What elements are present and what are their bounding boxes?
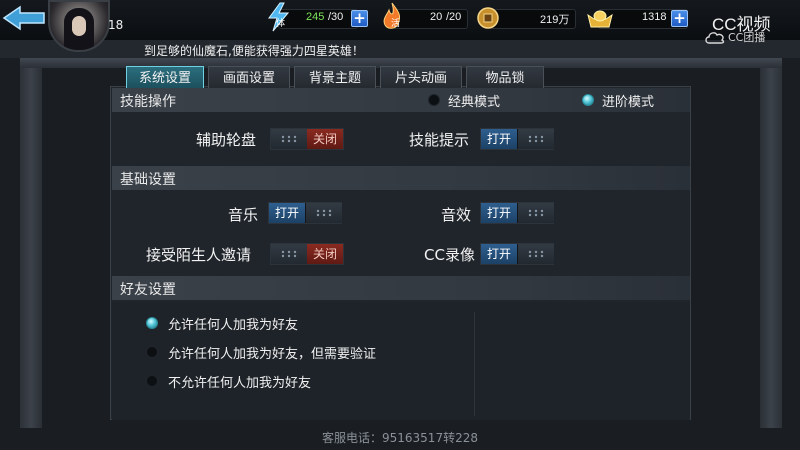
music-label: 音乐 bbox=[228, 206, 259, 224]
skill-hint-toggle[interactable]: 打开 bbox=[480, 128, 554, 150]
skill-hint-label: 技能提示 bbox=[409, 131, 470, 149]
tab-item-lock[interactable]: 物品锁 bbox=[466, 66, 544, 90]
watermark-subtitle: CC团播 bbox=[728, 31, 766, 44]
player-avatar[interactable] bbox=[48, 0, 110, 52]
coin-value: 219万 bbox=[540, 14, 570, 26]
assist-wheel-label: 辅助轮盘 bbox=[196, 131, 257, 149]
basic-section-title: 基础设置 bbox=[120, 172, 176, 188]
gold-ingot-icon bbox=[585, 5, 613, 35]
skill-section-title: 技能操作 bbox=[120, 94, 176, 110]
assist-wheel-state: 关闭 bbox=[307, 129, 343, 149]
stamina-max: /30 bbox=[328, 11, 344, 23]
energy-badge: 活 bbox=[391, 19, 401, 29]
friend-option-radio-verify[interactable] bbox=[146, 346, 158, 358]
cc-record-toggle[interactable]: 打开 bbox=[480, 243, 554, 265]
toggle-grip bbox=[518, 203, 554, 223]
energy-max: /20 bbox=[446, 11, 462, 23]
sound-toggle[interactable]: 打开 bbox=[480, 202, 554, 224]
toggle-grip bbox=[518, 244, 554, 264]
stranger-invite-toggle[interactable]: 关闭 bbox=[270, 243, 344, 265]
advanced-mode-label: 进阶模式 bbox=[602, 95, 655, 110]
friend-option-label-none[interactable]: 不允许任何人加我为好友 bbox=[168, 372, 311, 391]
sound-state: 打开 bbox=[481, 203, 517, 223]
friend-option-radio-none[interactable] bbox=[146, 375, 158, 387]
stranger-invite-label: 接受陌生人邀请 bbox=[146, 246, 252, 264]
toggle-grip bbox=[271, 129, 307, 149]
add-stamina-button[interactable]: + bbox=[351, 10, 368, 27]
music-toggle[interactable]: 打开 bbox=[268, 202, 342, 224]
ingot-value: 1318 bbox=[642, 11, 667, 23]
stamina-badge: 体 bbox=[276, 19, 286, 29]
stamina-value: 245 bbox=[306, 11, 325, 23]
toggle-grip bbox=[271, 244, 307, 264]
advanced-mode-radio[interactable] bbox=[582, 94, 594, 106]
cc-record-state: 打开 bbox=[481, 244, 517, 264]
player-level: 18 bbox=[108, 18, 124, 32]
back-arrow-icon[interactable] bbox=[2, 4, 48, 32]
friend-option-label-verify[interactable]: 允许任何人加我为好友，但需要验证 bbox=[168, 343, 376, 362]
tab-background-theme[interactable]: 背景主题 bbox=[294, 66, 376, 90]
top-status-bar: 18 体 245 /30 + 活 20 /20 219万 1318 + CC视频… bbox=[0, 0, 800, 52]
skill-hint-state: 打开 bbox=[481, 129, 517, 149]
customer-service-phone: 客服电话：95163517转228 bbox=[322, 431, 478, 445]
coin-icon bbox=[476, 6, 504, 36]
sound-label: 音效 bbox=[441, 206, 472, 224]
classic-mode-radio[interactable] bbox=[428, 94, 440, 106]
stranger-invite-state: 关闭 bbox=[307, 244, 343, 264]
announcement-marquee: 到足够的仙魔石,便能获得强力四星英雄！ bbox=[144, 44, 364, 58]
friend-section-title: 好友设置 bbox=[120, 282, 176, 298]
music-state: 打开 bbox=[269, 203, 305, 223]
add-ingot-button[interactable]: + bbox=[671, 10, 688, 27]
assist-wheel-toggle[interactable]: 关闭 bbox=[270, 128, 344, 150]
basic-section-header: 基础设置 bbox=[112, 166, 690, 190]
tab-intro-animation[interactable]: 片头动画 bbox=[380, 66, 462, 90]
toggle-grip bbox=[306, 203, 342, 223]
friend-section-header: 好友设置 bbox=[112, 276, 690, 300]
friend-option-label-anyone[interactable]: 允许任何人加我为好友 bbox=[168, 314, 298, 333]
friend-option-radio-anyone[interactable] bbox=[146, 317, 158, 329]
toggle-grip bbox=[518, 129, 554, 149]
cc-record-label: CC录像 bbox=[424, 246, 475, 264]
classic-mode-label: 经典模式 bbox=[448, 95, 501, 110]
tab-display-settings[interactable]: 画面设置 bbox=[208, 66, 290, 90]
cloud-icon bbox=[705, 32, 725, 44]
energy-value: 20 bbox=[430, 11, 443, 23]
cc-watermark: CC视频 CC团播 bbox=[704, 10, 796, 44]
